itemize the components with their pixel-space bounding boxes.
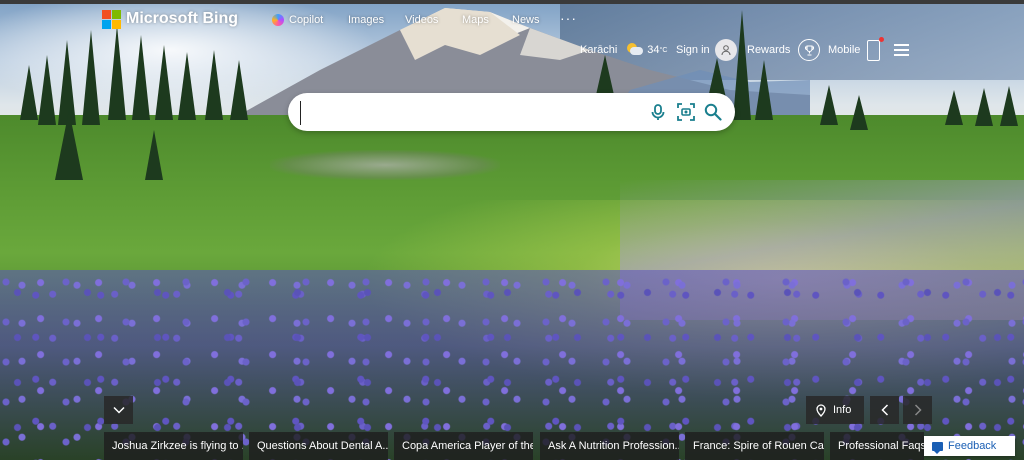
news-card[interactable]: Copa America Player of the... [394, 432, 533, 460]
logo-square-blue [102, 20, 111, 29]
partly-sunny-icon [625, 43, 644, 57]
nav-images-label: Images [348, 14, 385, 26]
image-info-button[interactable]: Info [806, 396, 864, 424]
sign-in-button[interactable]: Sign in [676, 38, 737, 62]
nav-videos[interactable]: Videos [405, 14, 438, 26]
avatar-icon [714, 39, 737, 61]
news-title: Copa America Player of the... [402, 440, 533, 452]
microsoft-logo-icon [102, 10, 121, 29]
chat-bubble-icon [932, 441, 943, 454]
menu-button[interactable] [894, 38, 909, 62]
brand-name: Microsoft Bing [126, 10, 238, 27]
chevron-down-icon [112, 406, 125, 414]
magnifier-icon[interactable] [703, 102, 723, 122]
nav-news-label: News [512, 14, 540, 26]
logo-square-yellow [112, 20, 121, 29]
camera-search-icon[interactable] [676, 102, 696, 122]
news-card[interactable]: Questions About Dental A... [249, 432, 388, 460]
nav-maps-label: Maps [462, 14, 489, 26]
logo-square-red [102, 10, 111, 19]
news-card[interactable]: France: Spire of Rouen Cat... [685, 432, 824, 460]
background-image [0, 0, 1024, 460]
nav-copilot[interactable]: Copilot [272, 14, 332, 26]
feedback-button[interactable]: Feedback [924, 436, 1015, 456]
news-title: France: Spire of Rouen Cat... [693, 440, 824, 452]
news-card[interactable]: Professional Faqs: W [830, 432, 924, 460]
location-name: Karāchi [580, 44, 618, 56]
rewards-label: Rewards [747, 44, 791, 56]
nav-images[interactable]: Images [348, 14, 384, 26]
copilot-icon [272, 14, 284, 26]
info-label: Info [833, 404, 852, 416]
nav-videos-label: Videos [405, 14, 439, 26]
previous-image-button[interactable] [870, 396, 899, 424]
collapse-news-button[interactable] [104, 396, 133, 424]
mobile-label: Mobile [828, 44, 861, 56]
nav-more-button[interactable]: ··· [560, 10, 577, 26]
news-card[interactable]: Ask A Nutrition Profession... [540, 432, 679, 460]
rewards-button[interactable]: Rewards [747, 38, 821, 62]
chevron-left-icon [880, 404, 888, 416]
temperature-unit: °C [659, 46, 668, 54]
temperature-value: 34 [647, 44, 660, 56]
news-card[interactable]: Joshua Zirkzee is flying to ... [104, 432, 243, 460]
search-input[interactable] [300, 101, 637, 125]
next-image-button[interactable] [903, 396, 932, 424]
nav-news[interactable]: News [512, 14, 540, 26]
feedback-label: Feedback [948, 440, 997, 452]
news-title: Ask A Nutrition Profession... [548, 440, 679, 452]
trophy-icon [798, 39, 821, 61]
mobile-button[interactable]: Mobile [828, 36, 885, 62]
nav-copilot-label: Copilot [289, 14, 324, 26]
search-box[interactable] [288, 93, 735, 131]
rocks [270, 150, 500, 180]
news-title: Joshua Zirkzee is flying to ... [112, 440, 243, 452]
notification-dot [879, 36, 885, 42]
hamburger-menu-icon [894, 44, 909, 56]
sign-in-label: Sign in [676, 44, 710, 56]
news-title: Professional Faqs: W [838, 440, 924, 452]
logo-square-green [112, 10, 121, 19]
location-weather[interactable]: Karāchi 34 °C [580, 38, 667, 62]
window-top-border [0, 0, 1024, 4]
microphone-icon[interactable] [648, 102, 668, 122]
phone-icon [867, 36, 885, 61]
chevron-right-icon [914, 404, 922, 416]
nav-maps[interactable]: Maps [462, 14, 489, 26]
location-pin-icon [816, 403, 826, 417]
bing-logo[interactable]: Microsoft Bing [102, 10, 238, 29]
news-title: Questions About Dental A... [257, 440, 388, 452]
